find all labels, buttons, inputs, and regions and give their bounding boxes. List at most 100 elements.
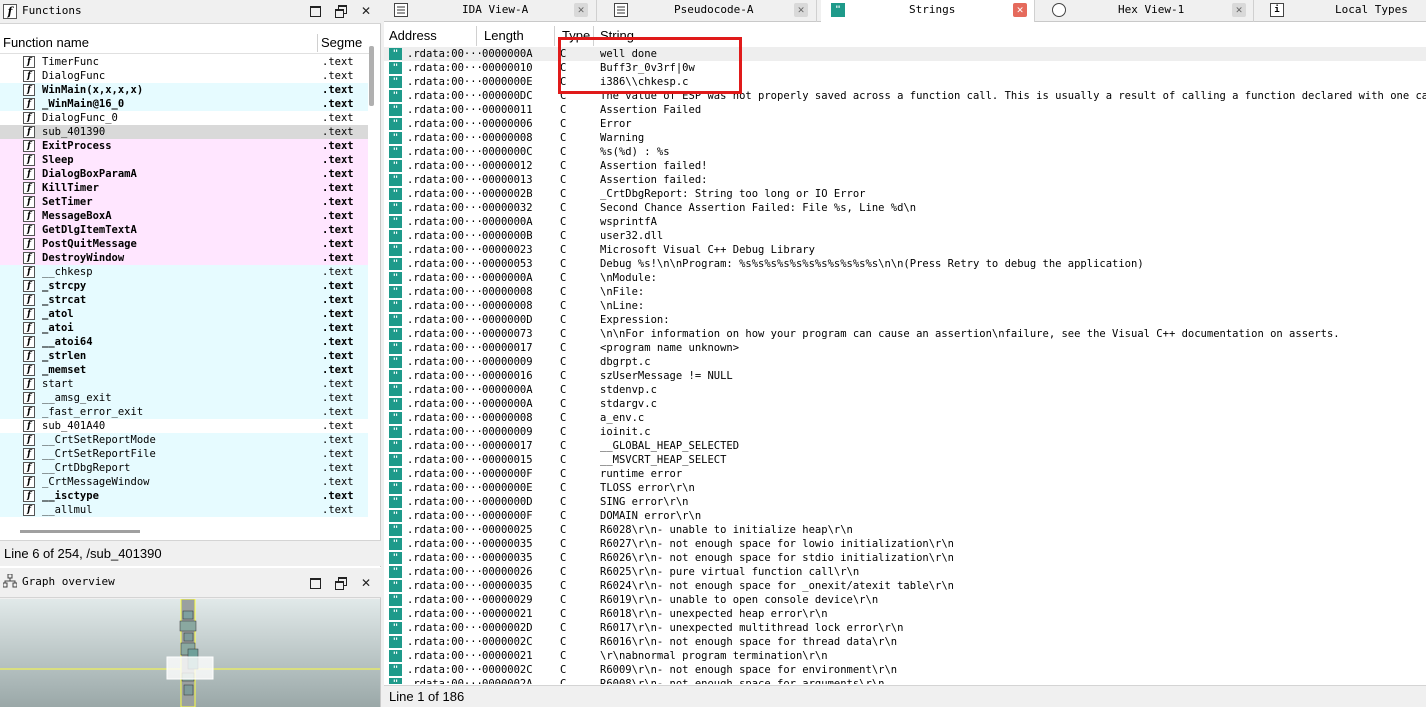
function-row[interactable]: f _strcpy .text (0, 279, 368, 293)
column-divider[interactable] (317, 34, 318, 52)
column-address[interactable]: Address (389, 28, 437, 43)
string-row[interactable]: " .rdata:00··· 00000008 C Warning (384, 131, 1426, 145)
string-row[interactable]: " .rdata:00··· 00000011 C Assertion Failed (384, 103, 1426, 117)
column-segment[interactable]: Segme (321, 35, 365, 50)
string-row[interactable]: " .rdata:00··· 0000002C C R6009\r\n- not eno… (384, 663, 1426, 677)
string-row[interactable]: " .rdata:00··· 00000026 C R6025\r\n- pure vi… (384, 565, 1426, 579)
string-row[interactable]: " .rdata:00··· 0000002B C _CrtDbgReport: Str… (384, 187, 1426, 201)
function-row[interactable]: f DestroyWindow .text (0, 251, 368, 265)
column-function-name[interactable]: Function name (3, 35, 89, 50)
function-row[interactable]: f ExitProcess .text (0, 139, 368, 153)
function-row[interactable]: f __CrtSetReportMode .text (0, 433, 368, 447)
string-row[interactable]: " .rdata:00··· 0000000F C DOMAIN error\r\n (384, 509, 1426, 523)
string-row[interactable]: " .rdata:00··· 00000012 C Assertion failed! (384, 159, 1426, 173)
maximize-icon[interactable] (308, 4, 322, 18)
graph-overview-canvas[interactable] (0, 599, 380, 707)
function-row[interactable]: f MessageBoxA .text (0, 209, 368, 223)
column-divider[interactable] (593, 26, 594, 46)
tab-local-types[interactable]: i Local Types (1260, 0, 1426, 22)
function-row[interactable]: f sub_401A40 .text (0, 419, 368, 433)
function-row[interactable]: f PostQuitMessage .text (0, 237, 368, 251)
function-row[interactable]: f _strcat .text (0, 293, 368, 307)
function-row[interactable]: f __chkesp .text (0, 265, 368, 279)
string-row[interactable]: " .rdata:00··· 0000000A Cwell done (384, 47, 1426, 61)
function-row[interactable]: f Sleep .text (0, 153, 368, 167)
function-row[interactable]: f WinMain(x,x,x,x) .text (0, 83, 368, 97)
string-row[interactable]: " .rdata:00··· 0000000A Cstdenvp.c (384, 383, 1426, 397)
string-row[interactable]: " .rdata:00··· 00000032 C Second Chance Asse… (384, 201, 1426, 215)
string-row[interactable]: " .rdata:00··· 0000000A CwsprintfA (384, 215, 1426, 229)
string-row[interactable]: " .rdata:00··· 00000021 C \r\nabnormal progr… (384, 649, 1426, 663)
column-divider[interactable] (476, 26, 477, 46)
strings-list[interactable]: " .rdata:00··· 0000000A Cwell done " .rdata:0… (384, 47, 1426, 684)
tab-strings[interactable]: " Strings ✕ (821, 0, 1035, 22)
string-row[interactable]: " .rdata:00··· 00000009 Cioinit.c (384, 425, 1426, 439)
function-row[interactable]: f GetDlgItemTextA .text (0, 223, 368, 237)
tab-ida-view-a[interactable]: IDA View-A ✕ (384, 0, 597, 22)
string-row[interactable]: " .rdata:00··· 00000016 CszUserMessage != N… (384, 369, 1426, 383)
column-string[interactable]: String (600, 28, 634, 43)
close-icon[interactable]: ✕ (359, 4, 373, 18)
column-divider[interactable] (554, 26, 555, 46)
tab-close-icon[interactable]: ✕ (794, 3, 808, 17)
string-row[interactable]: " .rdata:00··· 00000017 C <program name unkn… (384, 341, 1426, 355)
string-row[interactable]: " .rdata:00··· 0000002D C R6017\r\n- unexpec… (384, 621, 1426, 635)
functions-list[interactable]: f TimerFunc .text f DialogFunc .text f WinMain(… (0, 55, 368, 523)
tab-close-icon[interactable]: ✕ (1232, 3, 1246, 17)
function-row[interactable]: f DialogFunc_0 .text (0, 111, 368, 125)
string-row[interactable]: " .rdata:00··· 0000000D C Expression: (384, 313, 1426, 327)
string-row[interactable]: " .rdata:00··· 00000035 C R6026\r\n- not eno… (384, 551, 1426, 565)
string-row[interactable]: " .rdata:00··· 00000015 C __MSVCRT_HEAP_SELE… (384, 453, 1426, 467)
string-row[interactable]: " .rdata:00··· 0000000E Ci386\\chkesp.c (384, 75, 1426, 89)
function-row[interactable]: f start .text (0, 377, 368, 391)
string-row[interactable]: " .rdata:00··· 0000000B Cuser32.dll (384, 229, 1426, 243)
string-row[interactable]: " .rdata:00··· 00000053 C Debug %s!\n\nProgr… (384, 257, 1426, 271)
string-row[interactable]: " .rdata:00··· 00000008 Ca_env.c (384, 411, 1426, 425)
functions-horizontal-scrollbar[interactable] (20, 530, 140, 533)
string-row[interactable]: " .rdata:00··· 0000000E C TLOSS error\r\n (384, 481, 1426, 495)
string-row[interactable]: " .rdata:00··· 00000029 C R6019\r\n- unable … (384, 593, 1426, 607)
functions-vertical-scrollbar[interactable] (369, 46, 374, 106)
function-row[interactable]: f _strlen .text (0, 349, 368, 363)
function-row[interactable]: f __amsg_exit .text (0, 391, 368, 405)
column-length[interactable]: Length (484, 28, 524, 43)
string-row[interactable]: " .rdata:00··· 00000010 C Buff3r_0v3rf|0w (384, 61, 1426, 75)
string-row[interactable]: " .rdata:00··· 0000000F Cruntime error (384, 467, 1426, 481)
function-row[interactable]: f TimerFunc .text (0, 55, 368, 69)
string-row[interactable]: " .rdata:00··· 00000008 C \nFile: (384, 285, 1426, 299)
function-row[interactable]: f _atoi .text (0, 321, 368, 335)
string-row[interactable]: " .rdata:00··· 00000025 C R6028\r\n- unable … (384, 523, 1426, 537)
string-row[interactable]: " .rdata:00··· 0000000D C SING error\r\n (384, 495, 1426, 509)
function-row[interactable]: f _WinMain@16_0 .text (0, 97, 368, 111)
tab-close-icon[interactable]: ✕ (574, 3, 588, 17)
string-row[interactable]: " .rdata:00··· 0000002A C R6008\r\n- not eno… (384, 677, 1426, 684)
function-row[interactable]: f __isctype .text (0, 489, 368, 503)
function-row[interactable]: f SetTimer .text (0, 195, 368, 209)
function-row[interactable]: f DialogFunc .text (0, 69, 368, 83)
function-row[interactable]: f _atol .text (0, 307, 368, 321)
maximize-icon[interactable] (308, 576, 322, 590)
tab-pseudocode-a[interactable]: Pseudocode-A ✕ (604, 0, 817, 22)
function-row[interactable]: f KillTimer .text (0, 181, 368, 195)
string-row[interactable]: " .rdata:00··· 000000DC C The value of ESP w… (384, 89, 1426, 103)
tab-close-icon[interactable]: ✕ (1013, 3, 1027, 17)
function-row[interactable]: f __CrtDbgReport .text (0, 461, 368, 475)
string-row[interactable]: " .rdata:00··· 0000000A Cstdargv.c (384, 397, 1426, 411)
function-row[interactable]: f __atoi64 .text (0, 335, 368, 349)
function-row[interactable]: f _CrtMessageWindow .text (0, 475, 368, 489)
string-row[interactable]: " .rdata:00··· 00000023 C Microsoft Visual C… (384, 243, 1426, 257)
string-row[interactable]: " .rdata:00··· 00000006 C Error (384, 117, 1426, 131)
string-row[interactable]: " .rdata:00··· 00000073 C \n\nFor informatio… (384, 327, 1426, 341)
function-row[interactable]: f sub_401390 .text (0, 125, 368, 139)
function-row[interactable]: f __allmul .text (0, 503, 368, 517)
function-row[interactable]: f _fast_error_exit .text (0, 405, 368, 419)
string-row[interactable]: " .rdata:00··· 00000035 C R6024\r\n- not eno… (384, 579, 1426, 593)
string-row[interactable]: " .rdata:00··· 0000000A C \nModule: (384, 271, 1426, 285)
string-row[interactable]: " .rdata:00··· 00000008 C \nLine: (384, 299, 1426, 313)
string-row[interactable]: " .rdata:00··· 00000013 C Assertion failed: (384, 173, 1426, 187)
tab-hex-view-1[interactable]: Hex View-1 ✕ (1042, 0, 1254, 22)
string-row[interactable]: " .rdata:00··· 00000017 C __GLOBAL_HEAP_SELE… (384, 439, 1426, 453)
column-type[interactable]: Type (562, 28, 590, 43)
float-window-icon[interactable] (334, 4, 348, 18)
string-row[interactable]: " .rdata:00··· 0000000C C %s(%d) : %s (384, 145, 1426, 159)
